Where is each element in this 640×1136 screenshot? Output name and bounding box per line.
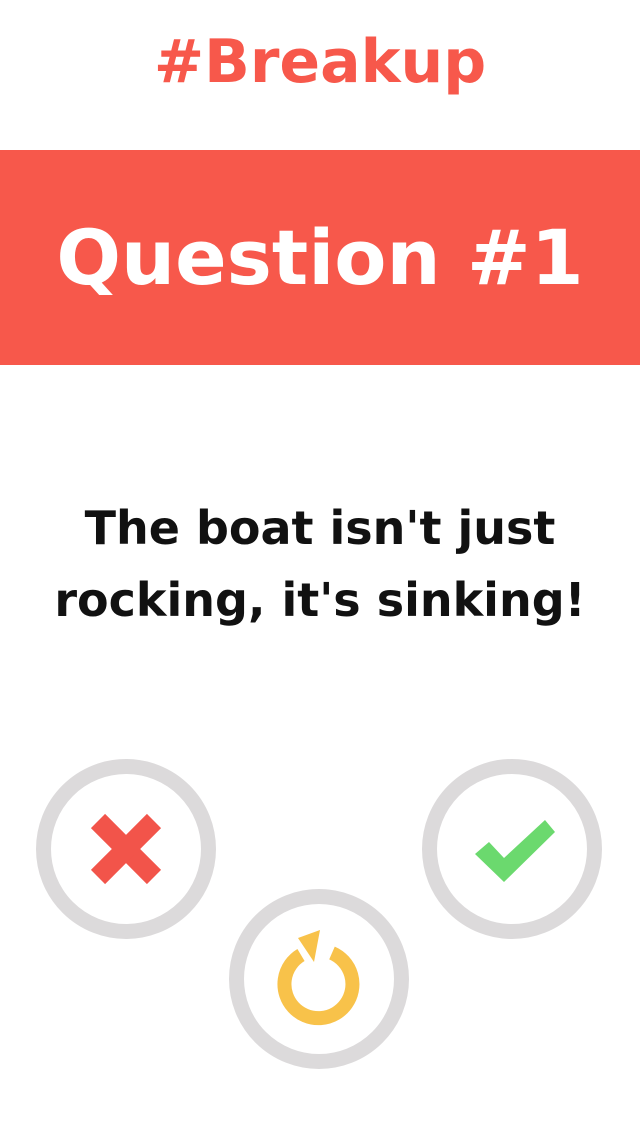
reset-button[interactable] [229, 889, 409, 1069]
question-banner: Question #1 [0, 150, 640, 365]
x-icon [90, 813, 162, 885]
question-text: The boat isn't just rocking, it's sinkin… [54, 501, 586, 627]
refresh-icon [277, 930, 360, 1026]
checkmark-icon [475, 820, 555, 882]
app-title: #Breakup [153, 27, 487, 97]
reject-button[interactable] [36, 759, 216, 939]
accept-button[interactable] [422, 759, 602, 939]
question-number: Question #1 [56, 213, 584, 302]
